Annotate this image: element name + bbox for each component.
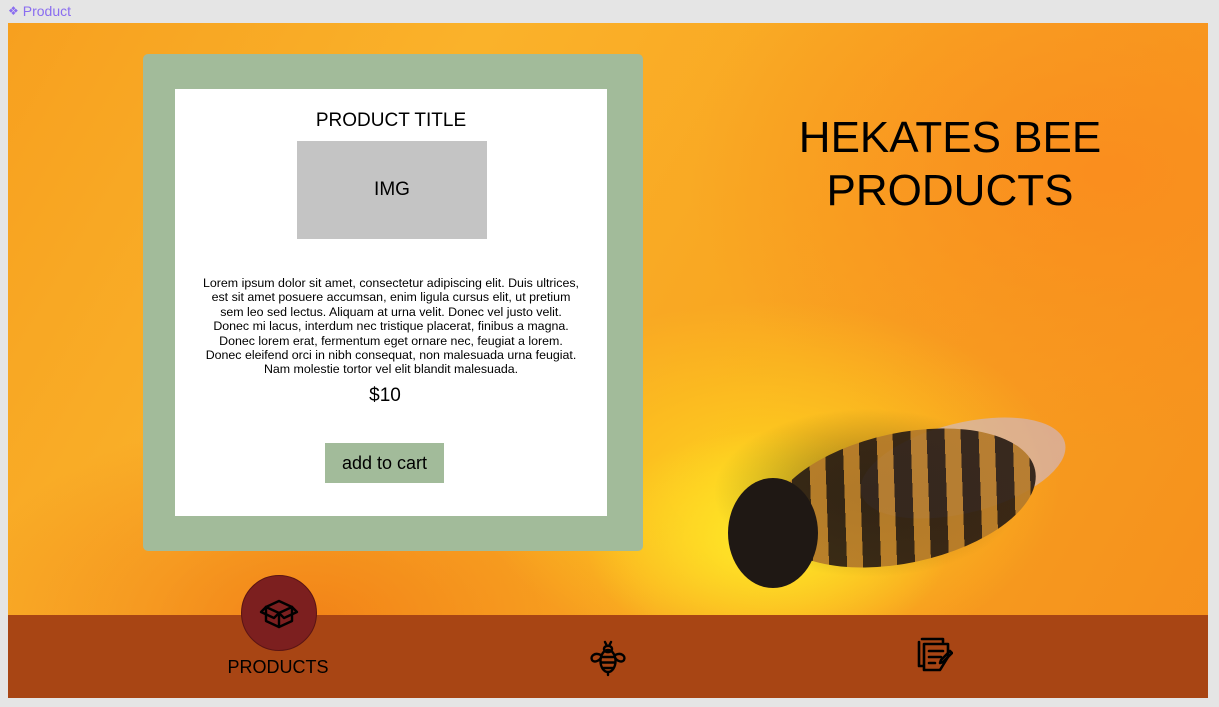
brand-title-line-1: HEKATES BEE — [798, 113, 1102, 162]
product-card-content: PRODUCT TITLE IMG Lorem ipsum dolor sit … — [175, 89, 607, 516]
box-icon — [259, 599, 299, 629]
product-title: PRODUCT TITLE — [315, 110, 467, 131]
nav-item-products[interactable]: PRODUCTS — [8, 575, 548, 698]
brand-title-line-2: PRODUCTS — [826, 166, 1074, 215]
bee-icon — [590, 640, 626, 677]
nav-item-bee[interactable] — [586, 635, 630, 679]
product-image-label: IMG — [374, 179, 410, 200]
add-to-cart-button[interactable]: add to cart — [325, 443, 444, 483]
product-price: $10 — [369, 385, 401, 406]
product-description: Lorem ipsum dolor sit amet, consectetur … — [203, 276, 580, 377]
active-nav-indicator[interactable] — [241, 575, 317, 651]
product-image-placeholder: IMG — [297, 141, 487, 239]
bottom-nav: PRODUCTS — [8, 575, 1208, 698]
brand-title: HEKATES BEE PRODUCTS — [768, 111, 1132, 217]
nav-label-products[interactable]: PRODUCTS — [213, 657, 343, 678]
frame-label: ❖ Product — [8, 3, 71, 19]
product-card: PRODUCT TITLE IMG Lorem ipsum dolor sit … — [143, 54, 643, 551]
component-icon: ❖ — [8, 4, 19, 18]
frame-label-text: Product — [22, 3, 72, 19]
notes-icon — [917, 637, 953, 672]
product-page: PRODUCT TITLE IMG Lorem ipsum dolor sit … — [8, 23, 1208, 698]
nav-item-notes[interactable] — [914, 635, 954, 675]
background-bee-head — [728, 478, 818, 588]
